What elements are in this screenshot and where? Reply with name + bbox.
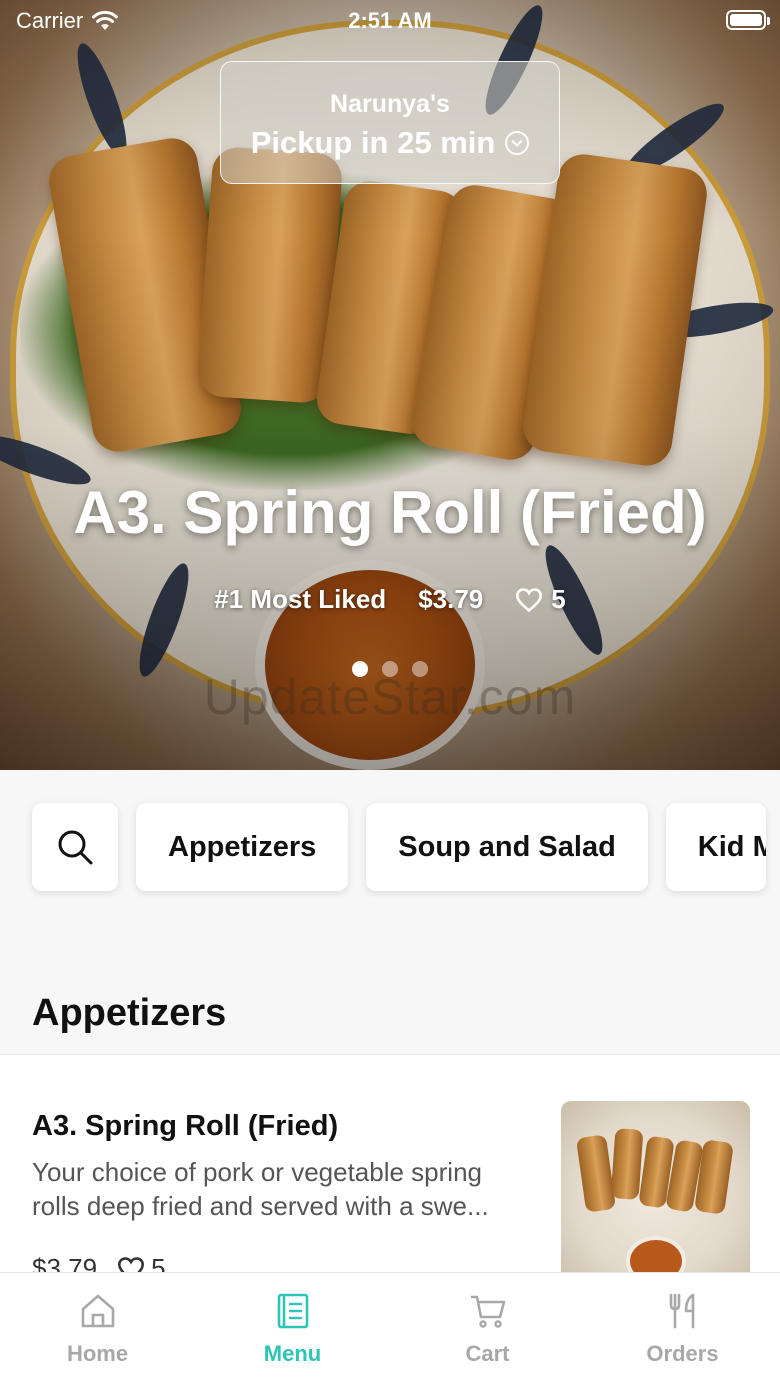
search-icon bbox=[58, 830, 93, 865]
watermark: UpdateStar.com bbox=[203, 669, 577, 725]
hero-price: $3.79 bbox=[418, 584, 484, 614]
hero-likes-count: 5 bbox=[551, 584, 566, 614]
category-bar: Appetizers Soup and Salad Kid M bbox=[32, 803, 766, 891]
status-bar: Carrier 2:51 AM bbox=[0, 0, 780, 40]
home-icon bbox=[81, 1294, 114, 1328]
utensils-icon bbox=[669, 1293, 694, 1329]
tab-cart-label: Cart bbox=[465, 1341, 510, 1366]
battery-icon bbox=[726, 10, 770, 30]
search-button[interactable] bbox=[32, 803, 118, 891]
most-liked-badge: #1 Most Liked bbox=[214, 584, 387, 614]
category-chip-kids[interactable]: Kid M bbox=[665, 803, 766, 891]
tab-menu-label: Menu bbox=[263, 1341, 322, 1366]
restaurant-name: Narunya's bbox=[330, 90, 450, 118]
tab-menu[interactable]: Menu bbox=[195, 1273, 390, 1387]
tab-orders-label: Orders bbox=[646, 1341, 719, 1366]
menu-icon bbox=[277, 1293, 308, 1329]
hero-likes[interactable]: 5 bbox=[515, 584, 566, 615]
cart-icon bbox=[470, 1295, 505, 1328]
tab-home-label: Home bbox=[66, 1341, 129, 1366]
pickup-eta-label: Pickup in 25 min bbox=[250, 125, 496, 160]
category-chip-soup-and-salad[interactable]: Soup and Salad bbox=[366, 803, 648, 891]
section-title: Appetizers bbox=[32, 992, 227, 1034]
pickup-selector[interactable]: Narunya's Pickup in 25 min bbox=[220, 61, 560, 184]
heart-icon bbox=[516, 587, 543, 612]
tab-cart[interactable]: Cart bbox=[390, 1273, 585, 1387]
tab-home[interactable]: Home bbox=[0, 1273, 195, 1387]
status-time: 2:51 AM bbox=[348, 8, 432, 33]
hero-meta: #1 Most Liked $3.79 5 bbox=[0, 584, 780, 615]
tab-orders[interactable]: Orders bbox=[585, 1273, 780, 1387]
item-thumbnail bbox=[561, 1101, 750, 1290]
tab-bar: Home Menu Cart Orders bbox=[0, 1272, 780, 1387]
category-chip-appetizers[interactable]: Appetizers bbox=[136, 803, 349, 891]
pickup-eta: Pickup in 25 min bbox=[221, 125, 559, 161]
item-name: A3. Spring Roll (Fried) bbox=[32, 1110, 339, 1142]
hero-title: A3. Spring Roll (Fried) bbox=[73, 479, 707, 546]
item-description: Your choice of pork or vegetable spring … bbox=[32, 1157, 489, 1221]
chevron-down-icon bbox=[505, 131, 530, 155]
